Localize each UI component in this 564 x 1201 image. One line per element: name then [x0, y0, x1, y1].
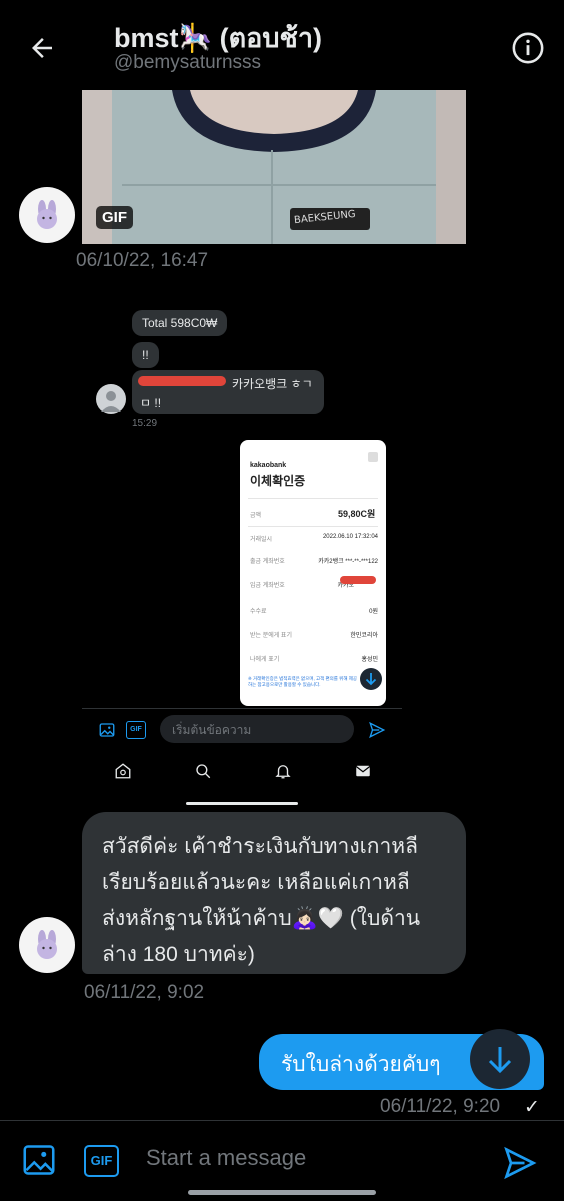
screenshot-tabbar — [82, 752, 402, 796]
screenshot-bubble-text: !! — [142, 348, 149, 362]
gif-icon: GIF — [90, 1153, 113, 1168]
bunny-avatar-icon — [37, 200, 57, 229]
person-icon — [101, 391, 121, 412]
screenshot-avatar — [96, 384, 126, 414]
receipt-row: 거래일시 2022.06.10 17:32:04 — [250, 534, 378, 543]
screenshot-bubble-2: !! — [132, 342, 159, 368]
send-icon — [369, 721, 386, 739]
info-button[interactable] — [506, 26, 550, 70]
gif-image — [82, 90, 466, 244]
avatar[interactable] — [19, 917, 75, 973]
receipt-divider — [248, 498, 378, 499]
screenshot-message-input: เริ่มต้นข้อความ — [160, 715, 354, 743]
info-icon — [512, 32, 544, 64]
arrow-down-icon — [488, 1047, 512, 1074]
home-indicator — [188, 1190, 376, 1195]
scroll-down-button — [360, 668, 382, 690]
bank-brand: kakaobank — [250, 462, 287, 469]
screenshot-bubble-text: ㅁ !! — [140, 396, 162, 410]
message-input[interactable]: Start a message — [146, 1139, 464, 1181]
arrow-left-icon — [32, 38, 52, 58]
bell-icon — [275, 765, 291, 779]
screenshot-composer: GIF เริ่มต้นข้อความ — [82, 708, 402, 753]
read-status-icon: ✓ — [524, 1097, 540, 1118]
message-input-placeholder: Start a message — [146, 1145, 307, 1170]
bank-receipt: kakaobank 이체확인증 금액 59,80C원 거래일시 2022.06.1… — [240, 440, 386, 706]
message-timestamp: 06/11/22, 9:02 — [84, 982, 205, 1003]
message-line: ส่งหลักฐานให้น้าค้าบ🙇🏻‍♀️🤍 (ใบด้าน — [102, 907, 421, 930]
screenshot-home-indicator — [186, 802, 298, 805]
screenshot-bubble-text: Total 598C0₩ — [142, 316, 218, 330]
received-message-bubble[interactable]: สวัสดีค่ะ เค้าชำระเงินกับทางเกาหลี เรียบ… — [82, 812, 466, 974]
receipt-note: ※ 거래확인증은 법적효력은 없으며, 고객 편의를 위해 제공하는 참고용으로… — [248, 676, 357, 687]
message-line: ล่าง 180 บาทค่ะ) — [102, 943, 255, 966]
conversation-header: bmst🎠 (ตอบช้า) @bemysaturnsss — [0, 0, 564, 90]
back-button[interactable] — [20, 26, 64, 70]
message-text: รับใบล่างด้วยคับๆ — [281, 1053, 441, 1076]
gif-label: GIF — [96, 206, 133, 229]
bunny-avatar-icon — [37, 930, 57, 959]
screenshot-image[interactable]: Total 598C0₩ !! 카카오뱅크 ㅎㄱ ㅁ !! 15:29 kaka… — [82, 288, 466, 810]
screenshot-bubble-1: Total 598C0₩ — [132, 310, 228, 336]
receipt-row: 받는 분에게 표기 한민코리아 — [250, 633, 378, 639]
send-icon[interactable] — [502, 1145, 538, 1181]
receipt-row: 나에게 표기 홍성민 — [250, 657, 378, 663]
redaction-mark — [138, 376, 226, 386]
amount-label: 금액 — [250, 513, 262, 519]
mail-icon — [355, 765, 371, 777]
conversation-handle: @bemysaturnsss — [114, 52, 262, 73]
receipt-close — [368, 452, 378, 462]
screenshot-bubble-3: 카카오뱅크 ㅎㄱ ㅁ !! — [132, 370, 324, 414]
screenshot-input-placeholder: เริ่มต้นข้อความ — [172, 723, 252, 737]
search-icon — [196, 764, 211, 779]
avatar[interactable] — [19, 187, 75, 243]
image-icon — [99, 723, 115, 737]
scroll-to-bottom-button[interactable] — [470, 1029, 530, 1089]
receipt-divider — [248, 526, 378, 527]
gif-button[interactable]: GIF — [84, 1145, 119, 1177]
home-icon — [115, 763, 131, 779]
arrow-down-icon — [365, 673, 377, 686]
receipt-row: 수수료 0원 — [250, 609, 378, 615]
message-timestamp: 06/11/22, 9:20 — [380, 1096, 501, 1117]
receipt-amount: 59,80C원 — [338, 509, 376, 519]
receipt-title: 이체확인증 — [250, 474, 306, 488]
message-composer: GIF Start a message — [0, 1120, 564, 1201]
message-timestamp: 06/10/22, 16:47 — [76, 250, 209, 271]
image-icon[interactable] — [20, 1141, 58, 1179]
screenshot-time: 15:29 — [132, 418, 158, 429]
redaction-mark — [340, 576, 376, 584]
message-line: สวัสดีค่ะ เค้าชำระเงินกับทางเกาหลี — [102, 835, 418, 858]
screenshot-bubble-text: 카카오뱅크 ㅎㄱ — [232, 377, 313, 391]
gif-media[interactable]: BAEKSEUNG GIF — [82, 90, 466, 244]
message-line: เรียบร้อยแล้วนะคะ เหลือแค่เกาหลี — [102, 871, 410, 894]
gif-icon: GIF — [126, 721, 146, 739]
receipt-row: 출금 계좌번호 카카2뱅크 ***-**-***122 — [250, 559, 378, 565]
